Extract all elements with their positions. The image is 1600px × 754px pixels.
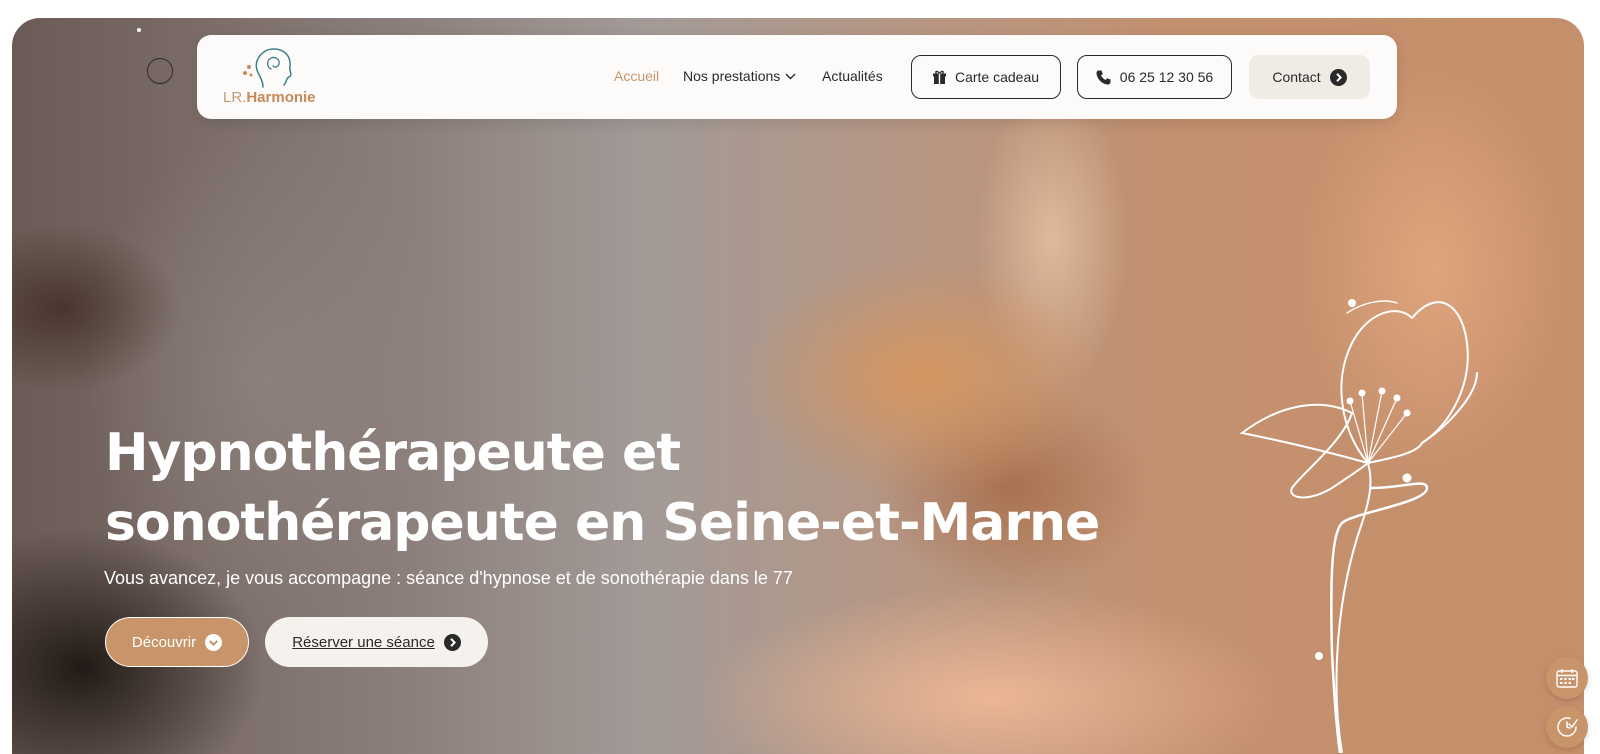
book-session-button[interactable]: Réserver une séance: [265, 617, 488, 667]
arrow-right-circle-icon: [1329, 68, 1347, 86]
hero-title-line-1: Hypnothérapeute et: [105, 423, 681, 483]
calendar-floating-button[interactable]: [1546, 657, 1588, 699]
clock-check-floating-button[interactable]: [1546, 706, 1588, 748]
nav-link-accueil[interactable]: Accueil: [614, 68, 659, 84]
gift-card-button[interactable]: Carte cadeau: [911, 55, 1061, 99]
contact-label: Contact: [1272, 69, 1321, 85]
decorative-dot: [137, 28, 141, 32]
hero-title-line-2: sonothérapeute en Seine-et-Marne: [105, 493, 1100, 553]
arrow-right-circle-icon: [443, 633, 461, 651]
head-lotus-logo-icon: [243, 48, 292, 88]
hero-title: Hypnothérapeute et sonothérapeute en Sei…: [105, 418, 1100, 558]
gift-icon: [932, 70, 946, 84]
discover-button[interactable]: Découvrir: [105, 617, 249, 667]
contact-button[interactable]: Contact: [1249, 55, 1370, 99]
discover-label: Découvrir: [131, 633, 197, 651]
chevron-down-circle-icon: [205, 633, 223, 651]
phone-icon: [1096, 70, 1111, 85]
nav-link-label: Nos prestations: [683, 68, 781, 84]
chevron-down-icon: [785, 73, 796, 80]
decorative-circle: [147, 58, 173, 84]
clock-check-icon: [1557, 717, 1578, 737]
brand-name: LR.Harmonie: [223, 89, 316, 106]
calendar-icon: [1556, 669, 1578, 688]
nav-link-nos-prestations[interactable]: Nos prestations: [683, 68, 796, 84]
phone-button[interactable]: 06 25 12 30 56: [1077, 55, 1232, 99]
nav-link-actualites[interactable]: Actualités: [822, 68, 883, 84]
gift-card-label: Carte cadeau: [954, 69, 1040, 85]
hero-subtitle: Vous avancez, je vous accompagne : séanc…: [104, 568, 793, 588]
top-navigation-bar: LR.Harmonie Accueil Nos prestations Actu…: [197, 35, 1397, 119]
flower-line-art-icon: [1239, 299, 1478, 753]
book-session-label: Réserver une séance: [292, 633, 435, 651]
brand-logo[interactable]: LR.Harmonie: [223, 47, 316, 109]
phone-label: 06 25 12 30 56: [1119, 69, 1214, 85]
